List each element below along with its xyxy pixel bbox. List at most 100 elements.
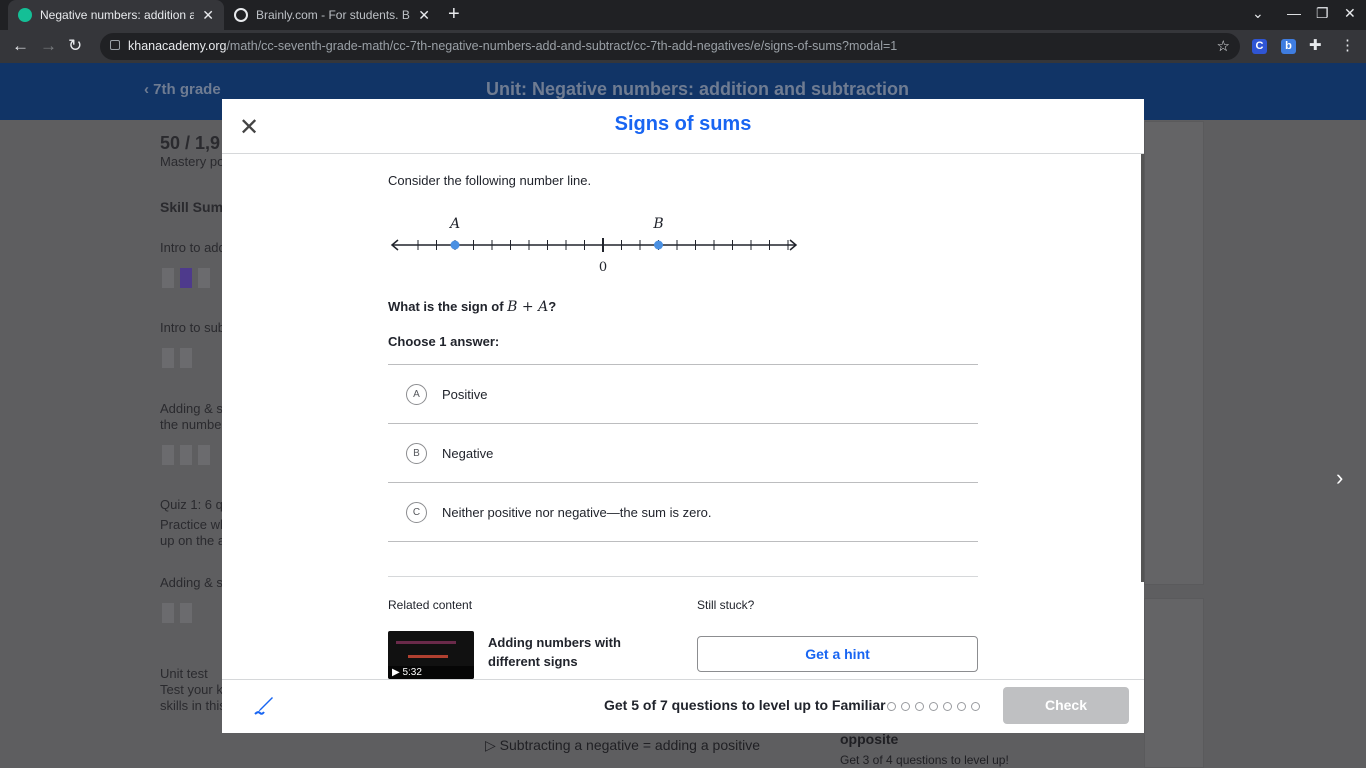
choice-a[interactable]: A Positive	[388, 365, 978, 424]
extensions-puzzle-icon[interactable]: ✚	[1309, 36, 1322, 54]
progress-dots	[887, 702, 980, 711]
skill-bar	[162, 603, 174, 623]
choose-label: Choose 1 answer:	[388, 334, 500, 349]
skill-bar	[162, 445, 174, 465]
video-title-link[interactable]: Adding numbers with different signs	[488, 633, 638, 671]
browser-tabbar: Negative numbers: addition and ✕ Brainly…	[0, 0, 1366, 30]
choice-letter: C	[406, 501, 427, 523]
bottom-card-sub: Get 3 of 4 questions to level up!	[840, 753, 1009, 767]
skill-bar	[180, 603, 192, 623]
khan-favicon-icon	[18, 8, 32, 22]
still-stuck-label: Still stuck?	[697, 598, 755, 612]
modal-footer: Get 5 of 7 questions to level up to Fami…	[222, 679, 1144, 733]
related-content-label: Related content	[388, 598, 473, 612]
address-bar[interactable]: khanacademy.org/math/cc-seventh-grade-ma…	[100, 33, 1240, 60]
background-card	[1144, 121, 1204, 585]
tab-close-icon[interactable]: ✕	[418, 7, 430, 24]
progress-dot	[915, 702, 924, 711]
question-intro: Consider the following number line.	[388, 173, 592, 188]
chevron-right-icon[interactable]: ›	[1336, 465, 1343, 491]
skill-bar	[180, 268, 192, 288]
unit-title: Unit: Negative numbers: addition and sub…	[486, 79, 910, 99]
scratchpad-pencil-icon[interactable]	[252, 694, 276, 718]
quiz-desc: Practice wh	[160, 517, 228, 532]
skill-bar	[198, 445, 210, 465]
extension-b-icon[interactable]: b	[1281, 39, 1296, 54]
math-expression: B + A	[507, 299, 549, 315]
scrollbar[interactable]	[1141, 154, 1144, 582]
lesson-link[interactable]: Adding & s	[160, 401, 223, 416]
choice-c[interactable]: C Neither positive nor negative—the sum …	[388, 483, 978, 542]
tab-close-icon[interactable]: ✕	[202, 7, 214, 24]
bookmark-star-icon[interactable]: ☆	[1217, 37, 1230, 55]
restore-button[interactable]: ❐	[1316, 5, 1329, 22]
url-text: khanacademy.org/math/cc-seventh-grade-ma…	[128, 39, 898, 53]
background-card	[1144, 598, 1204, 768]
number-line: 0 A B	[390, 216, 798, 275]
points-text: 50 / 1,9	[160, 133, 221, 153]
tab-title: Negative numbers: addition and	[40, 8, 195, 22]
thumbnail-scribble	[396, 641, 456, 644]
progress-dot	[943, 702, 952, 711]
close-window-button[interactable]: ✕	[1344, 5, 1356, 22]
choice-b[interactable]: B Negative	[388, 424, 978, 483]
extension-c-icon[interactable]: C	[1252, 39, 1267, 54]
choice-letter: A	[406, 383, 427, 405]
thumbnail-scribble	[408, 655, 448, 658]
unit-test-link[interactable]: Unit test	[160, 666, 208, 681]
tab-brainly[interactable]: Brainly.com - For students. By st ✕	[224, 0, 440, 30]
skill-bar	[198, 268, 210, 288]
skill-bar	[180, 348, 192, 368]
video-duration: ▶ 5:32	[388, 666, 474, 679]
point-b	[654, 240, 663, 250]
lesson-link[interactable]: the number	[160, 417, 226, 432]
get-hint-button[interactable]: Get a hint	[697, 636, 978, 672]
globe-icon	[234, 8, 248, 22]
skill-bar	[162, 268, 174, 288]
site-info-icon[interactable]	[110, 40, 120, 50]
progress-dot	[887, 702, 896, 711]
reload-icon[interactable]: ↻	[68, 36, 82, 56]
minimize-button[interactable]: —	[1287, 5, 1301, 21]
unit-test-desc: skills in this	[160, 698, 226, 713]
skill-bar	[162, 348, 174, 368]
lesson-link[interactable]: Adding & s	[160, 575, 223, 590]
bottom-lesson-link[interactable]: ▷ Subtracting a negative = adding a posi…	[485, 737, 760, 754]
tab-search-icon[interactable]: ⌄	[1252, 5, 1264, 22]
lesson-link[interactable]: Intro to sub	[160, 320, 225, 335]
tab-title: Brainly.com - For students. By st	[256, 8, 410, 22]
progress-dot	[971, 702, 980, 711]
progress-dot	[957, 702, 966, 711]
skill-bar	[180, 445, 192, 465]
level-up-text: Get 5 of 7 questions to level up to Fami…	[604, 697, 886, 713]
point-label-b: B	[652, 216, 663, 232]
video-thumbnail[interactable]: ▶ 5:32	[388, 631, 474, 679]
choice-text: Neither positive nor negative—the sum is…	[442, 504, 712, 520]
back-link[interactable]: ‹ 7th grade	[144, 81, 221, 98]
progress-dot	[901, 702, 910, 711]
lesson-link[interactable]: Intro to add	[160, 240, 226, 255]
modal-header: ✕ Signs of sums	[222, 99, 1144, 154]
question-prompt: What is the sign of B + A?	[388, 299, 557, 315]
divider	[388, 576, 978, 577]
exercise-modal: ✕ Signs of sums Consider the following n…	[222, 99, 1144, 733]
tab-khan[interactable]: Negative numbers: addition and ✕	[8, 0, 224, 30]
progress-dot	[929, 702, 938, 711]
choice-text: Negative	[442, 445, 494, 461]
new-tab-button[interactable]: +	[448, 3, 460, 26]
bottom-card-title: opposite	[840, 731, 899, 747]
point-label-a: A	[448, 216, 460, 232]
point-a	[450, 240, 460, 250]
forward-arrow-icon[interactable]: →	[40, 36, 57, 56]
mastery-text: Mastery po	[160, 154, 225, 169]
choice-text: Positive	[442, 386, 488, 402]
quiz-link[interactable]: Quiz 1: 6 q	[160, 497, 223, 512]
check-button[interactable]: Check	[1003, 687, 1129, 724]
answer-choices: A Positive B Negative C Neither positive…	[388, 364, 978, 542]
browser-menu-icon[interactable]: ⋮	[1340, 36, 1355, 54]
browser-toolbar: ← → ↻ khanacademy.org/math/cc-seventh-gr…	[0, 30, 1366, 63]
modal-title: Signs of sums	[614, 113, 752, 135]
number-line-graphic: 0 A B	[390, 216, 798, 275]
back-arrow-icon[interactable]: ←	[12, 36, 29, 56]
quiz-desc: up on the a	[160, 533, 226, 548]
